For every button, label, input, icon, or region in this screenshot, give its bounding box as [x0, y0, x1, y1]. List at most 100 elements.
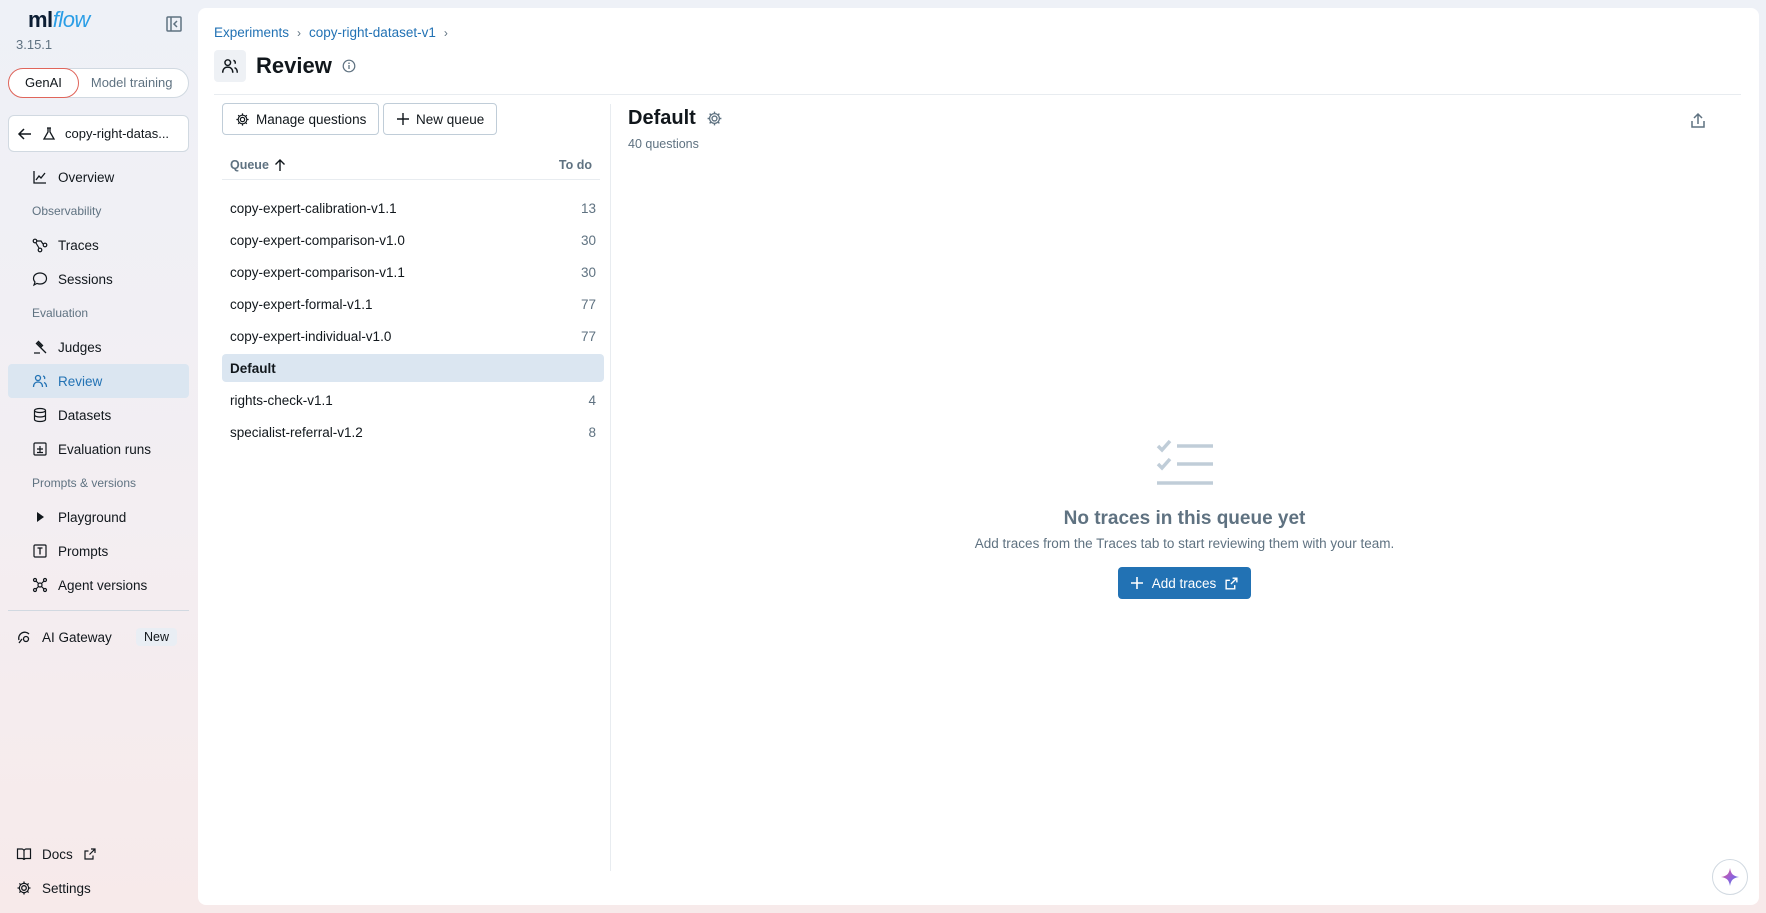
queue-row[interactable]: specialist-referral-v1.2 8	[222, 418, 604, 446]
new-queue-button[interactable]: New queue	[383, 103, 498, 135]
sidebar-divider	[8, 610, 189, 611]
queue-name: copy-expert-individual-v1.0	[230, 328, 392, 344]
empty-state: No traces in this queue yet Add traces f…	[611, 438, 1758, 599]
queue-row[interactable]: copy-expert-comparison-v1.0 30	[222, 226, 604, 254]
sidebar-item-label: Prompts	[58, 543, 109, 559]
main-panel: Experiments › copy-right-dataset-v1 › Re…	[198, 8, 1759, 905]
traces-icon	[32, 238, 48, 253]
sidebar-item-label: Review	[58, 373, 103, 389]
queue-todo-count: 13	[580, 200, 596, 216]
experiment-selector[interactable]: copy-right-datas...	[8, 115, 189, 152]
chevron-right-icon: ›	[297, 25, 302, 40]
chart-line-icon	[33, 171, 46, 184]
share-export-icon[interactable]	[1688, 111, 1712, 135]
book-icon	[16, 848, 32, 861]
queue-row[interactable]: copy-expert-individual-v1.0 77	[222, 322, 604, 350]
runs-icon	[33, 442, 47, 456]
gear-icon	[236, 112, 249, 126]
app-version: 3.15.1	[16, 37, 53, 52]
sidebar-item-label: Agent versions	[58, 577, 148, 593]
play-icon	[37, 512, 44, 522]
queue-list: copy-expert-calibration-v1.1 13 copy-expe…	[222, 194, 604, 450]
sidebar-item-label: AI Gateway	[42, 629, 112, 645]
queue-detail-title: Default	[628, 107, 696, 129]
queue-column-header[interactable]: Queue	[230, 158, 287, 172]
section-observability: Observability	[32, 204, 102, 218]
queue-row[interactable]: copy-expert-comparison-v1.1 30	[222, 258, 604, 286]
sidebar-item-label: Evaluation runs	[58, 441, 152, 457]
section-prompts-versions: Prompts & versions	[32, 476, 137, 490]
gavel-icon	[34, 340, 47, 354]
queue-name: copy-expert-formal-v1.1	[230, 296, 373, 312]
sidebar-item-agent-versions[interactable]: Agent versions	[8, 568, 189, 602]
queue-name: Default	[230, 360, 276, 376]
sidebar-item-label: Sessions	[58, 271, 113, 287]
queue-table-header: Queue To do	[222, 150, 600, 180]
plus-icon	[397, 113, 409, 125]
sidebar-item-label: Docs	[42, 846, 73, 862]
queue-todo-count: 77	[580, 328, 596, 344]
breadcrumb: Experiments › copy-right-dataset-v1 ›	[214, 25, 448, 40]
sidebar-item-ai-gateway[interactable]: AI Gateway New	[8, 620, 189, 654]
page-title: Review	[256, 53, 332, 78]
empty-state-title: No traces in this queue yet	[1063, 508, 1306, 529]
queue-settings-gear-icon[interactable]	[706, 110, 723, 127]
section-evaluation: Evaluation	[32, 306, 89, 320]
collapse-sidebar-icon[interactable]	[164, 14, 184, 34]
queue-todo-count: 30	[580, 232, 596, 248]
sidebar-item-judges[interactable]: Judges	[8, 330, 189, 364]
sidebar-item-playground[interactable]: Playground	[8, 500, 189, 534]
queue-row[interactable]: copy-expert-calibration-v1.1 13	[222, 194, 604, 222]
queue-name: copy-expert-comparison-v1.1	[230, 264, 405, 280]
empty-state-text: Add traces from the Traces tab to start …	[974, 536, 1395, 551]
breadcrumb-experiments[interactable]: Experiments	[214, 25, 289, 40]
queue-row[interactable]: rights-check-v1.1 4	[222, 386, 604, 414]
sidebar-item-sessions[interactable]: Sessions	[8, 262, 189, 296]
queue-row[interactable]: copy-expert-formal-v1.1 77	[222, 290, 604, 318]
manage-questions-label: Manage questions	[256, 111, 367, 127]
database-icon	[33, 407, 47, 423]
chevron-right-icon: ›	[443, 25, 448, 40]
sidebar-item-datasets[interactable]: Datasets	[8, 398, 189, 432]
mode-tab-genai[interactable]: GenAI	[8, 68, 79, 98]
sidebar-item-label: Overview	[58, 169, 115, 185]
manage-questions-button[interactable]: Manage questions	[222, 103, 380, 135]
queue-name: specialist-referral-v1.2	[230, 424, 363, 440]
plus-icon	[1130, 577, 1143, 589]
header-divider	[214, 94, 1741, 95]
gear-icon	[17, 881, 31, 895]
queue-row-selected[interactable]: Default	[222, 354, 604, 382]
breadcrumb-experiment[interactable]: copy-right-dataset-v1	[309, 25, 436, 40]
new-badge: New	[135, 628, 177, 646]
gateway-icon	[18, 631, 30, 644]
mlflow-logo[interactable]: mlflow	[28, 7, 90, 33]
checklist-icon	[1156, 439, 1213, 485]
todo-column-header[interactable]: To do	[559, 158, 592, 172]
sidebar-item-label: Settings	[42, 880, 91, 896]
chat-bubble-icon	[32, 272, 48, 287]
sort-ascending-icon	[274, 158, 285, 171]
external-link-icon	[84, 848, 96, 860]
sidebar-item-docs[interactable]: Docs	[8, 838, 189, 870]
sidebar-item-review[interactable]: Review	[8, 364, 189, 398]
mode-switch: GenAI Model training	[8, 68, 189, 98]
questions-count: 40 questions	[628, 137, 699, 151]
sidebar-item-prompts[interactable]: Prompts	[8, 534, 189, 568]
info-icon[interactable]	[342, 59, 356, 73]
sidebar-item-traces[interactable]: Traces	[8, 228, 189, 262]
sidebar-item-settings[interactable]: Settings	[8, 872, 189, 904]
queue-todo-count: 30	[580, 264, 596, 280]
sidebar-item-overview[interactable]: Overview	[8, 160, 189, 194]
users-icon	[32, 374, 48, 388]
mode-tab-model-training[interactable]: Model training	[79, 69, 185, 97]
sidebar-item-label: Datasets	[58, 407, 112, 423]
sidebar-nav: Overview Observability Traces Sessions E…	[8, 160, 189, 602]
add-traces-button[interactable]: Add traces	[1117, 567, 1252, 599]
queue-name: copy-expert-calibration-v1.1	[230, 200, 397, 216]
add-traces-label: Add traces	[1151, 575, 1217, 591]
queue-todo-count: 77	[580, 296, 596, 312]
queue-todo-count: 8	[588, 424, 596, 440]
back-arrow-icon[interactable]	[17, 126, 33, 142]
assistant-sparkle-icon[interactable]	[1712, 859, 1748, 895]
sidebar-item-evaluation-runs[interactable]: Evaluation runs	[8, 432, 189, 466]
